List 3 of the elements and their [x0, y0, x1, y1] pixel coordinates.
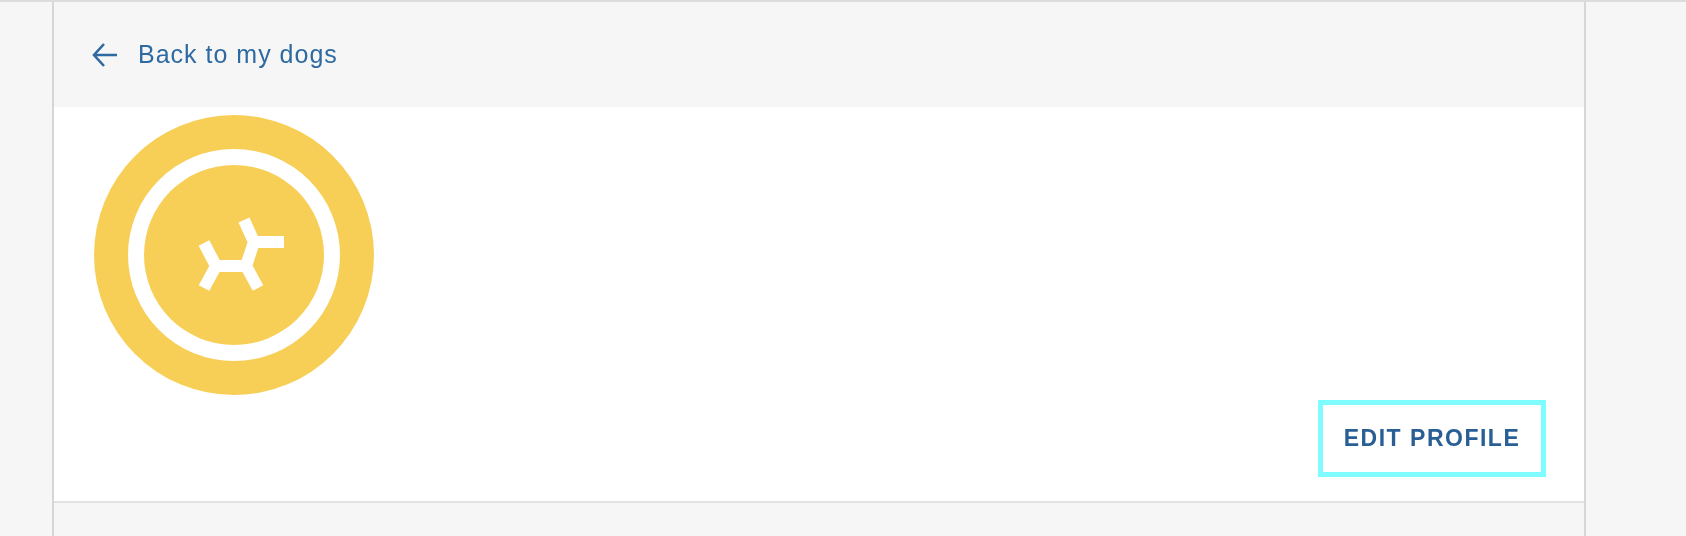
edit-profile-button[interactable]: EDIT PROFILE — [1318, 400, 1546, 477]
back-arrow-icon — [92, 41, 118, 68]
back-link[interactable]: Back to my dogs — [92, 40, 338, 69]
